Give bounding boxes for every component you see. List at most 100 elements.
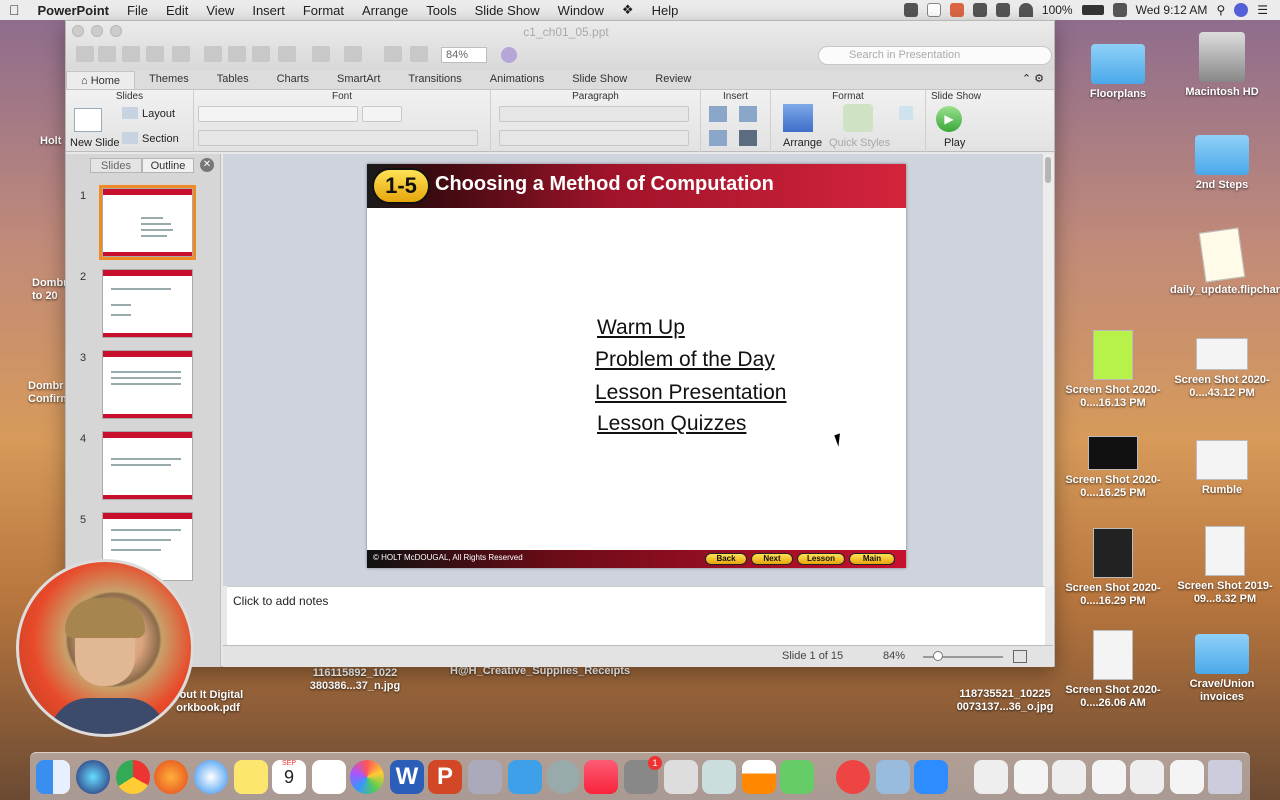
printer-icon[interactable] xyxy=(995,3,1010,17)
main-nav-button[interactable]: Main xyxy=(849,553,895,565)
section-icon[interactable] xyxy=(122,132,138,144)
safari-icon[interactable] xyxy=(194,760,228,794)
layout-button[interactable]: Layout xyxy=(142,108,175,120)
help-icon[interactable] xyxy=(501,47,517,63)
picture-icon[interactable] xyxy=(739,106,757,122)
notification-center-icon[interactable]: ☰ xyxy=(1257,3,1268,17)
tab-animations[interactable]: Animations xyxy=(476,70,558,89)
redo-icon[interactable] xyxy=(344,46,362,62)
fill-icon[interactable] xyxy=(899,106,913,120)
siri-dock-icon[interactable] xyxy=(76,760,110,794)
pages-icon[interactable] xyxy=(508,760,542,794)
recent-file-icon[interactable] xyxy=(1052,760,1086,794)
sidebar-toggle-icon[interactable] xyxy=(410,46,428,62)
powerpoint-icon[interactable]: P xyxy=(428,760,462,794)
next-nav-button[interactable]: Next xyxy=(751,553,793,565)
menu-insert[interactable]: Insert xyxy=(243,3,294,18)
reminders-icon[interactable] xyxy=(312,760,346,794)
font-name-select[interactable] xyxy=(198,106,358,122)
ribbon-collapse-icon[interactable]: ⌃ ⚙ xyxy=(1022,70,1054,89)
scrollbar-thumb[interactable] xyxy=(1045,157,1051,183)
slide-thumbnail-1[interactable] xyxy=(99,185,196,260)
status-app-icon[interactable] xyxy=(903,3,918,17)
quick-styles-button[interactable]: Quick Styles xyxy=(829,137,890,149)
menu-slide-show[interactable]: Slide Show xyxy=(466,3,549,18)
tab-outline-pane[interactable]: Outline xyxy=(142,158,194,173)
recent-file-icon[interactable] xyxy=(1014,760,1048,794)
close-window-button[interactable] xyxy=(72,25,84,37)
notes-pane[interactable]: Click to add notes xyxy=(227,586,1045,645)
menu-help[interactable]: Help xyxy=(643,3,688,18)
photos-icon[interactable] xyxy=(350,760,384,794)
link-lesson-quizzes[interactable]: Lesson Quizzes xyxy=(597,412,746,436)
desktop-folder-crave-union[interactable]: Crave/Union invoices xyxy=(1178,634,1266,704)
section-button[interactable]: Section xyxy=(142,133,179,145)
font-size-select[interactable] xyxy=(362,106,402,122)
slide-thumbnail-4[interactable] xyxy=(102,431,193,500)
desktop-file-rumble[interactable]: Rumble xyxy=(1180,440,1264,497)
quick-styles-icon[interactable] xyxy=(843,104,873,132)
undo-icon[interactable] xyxy=(312,46,330,62)
list-buttons[interactable] xyxy=(499,106,689,122)
menu-window[interactable]: Window xyxy=(549,3,613,18)
desktop-label-dombr-2[interactable]: Dombr Confirm xyxy=(28,380,70,406)
tab-charts[interactable]: Charts xyxy=(263,70,323,89)
desktop-screenshot-4[interactable]: Screen Shot 2020-0....16.29 PM xyxy=(1062,528,1164,608)
recent-file-icon[interactable] xyxy=(1170,760,1204,794)
play-icon[interactable]: ▶ xyxy=(936,106,962,132)
templates-icon[interactable] xyxy=(98,46,116,62)
format-painter-icon[interactable] xyxy=(278,46,296,62)
word-icon[interactable]: W xyxy=(390,760,424,794)
recent-file-icon[interactable] xyxy=(1130,760,1164,794)
link-warm-up[interactable]: Warm Up xyxy=(597,316,685,340)
wifi-icon[interactable] xyxy=(1018,3,1033,17)
creative-cloud-icon[interactable] xyxy=(836,760,870,794)
recent-file-icon[interactable] xyxy=(1092,760,1126,794)
close-pane-icon[interactable]: ✕ xyxy=(200,158,214,172)
tab-themes[interactable]: Themes xyxy=(135,70,203,89)
spotlight-icon[interactable]: ⚲ xyxy=(1216,3,1225,17)
app-store-icon[interactable] xyxy=(780,760,814,794)
notes-icon[interactable] xyxy=(234,760,268,794)
desktop-file-jpg-1[interactable]: 116115892_1022 380386...37_n.jpg xyxy=(300,667,410,693)
paste-icon[interactable] xyxy=(252,46,270,62)
music-icon[interactable] xyxy=(584,760,618,794)
gallery-icon[interactable] xyxy=(384,46,402,62)
lesson-nav-button[interactable]: Lesson xyxy=(797,553,845,565)
preview-icon[interactable] xyxy=(876,760,910,794)
desktop-folder-floorplans[interactable]: Floorplans xyxy=(1078,44,1158,101)
desktop-screenshot-2[interactable]: Screen Shot 2020-0....43.12 PM xyxy=(1170,338,1274,400)
battery-icon[interactable] xyxy=(1081,5,1104,15)
cut-icon[interactable] xyxy=(204,46,222,62)
calendar-icon[interactable] xyxy=(1112,3,1127,17)
system-preferences-icon[interactable]: 1 xyxy=(624,756,662,794)
desktop-screenshot-5[interactable]: Screen Shot 2019-09...8.32 PM xyxy=(1170,526,1280,606)
calendar-dock-icon[interactable]: SEP 9 xyxy=(272,760,306,794)
siri-icon[interactable] xyxy=(1234,3,1249,17)
desktop-file-daily-update[interactable]: daily_update.flipchart xyxy=(1170,227,1280,297)
slide-thumbnail-2[interactable] xyxy=(102,269,193,338)
slide-thumbnail-3[interactable] xyxy=(102,350,193,419)
search-input[interactable]: Search in Presentation xyxy=(818,46,1052,65)
desktop-screenshot-6[interactable]: Screen Shot 2020-0....26.06 AM xyxy=(1062,630,1164,710)
tab-slide-show[interactable]: Slide Show xyxy=(558,70,641,89)
menu-edit[interactable]: Edit xyxy=(157,3,197,18)
layout-icon[interactable] xyxy=(122,107,138,119)
vertical-scrollbar[interactable] xyxy=(1043,154,1053,586)
arrange-button[interactable]: Arrange xyxy=(783,137,822,149)
menu-clock[interactable]: Wed 9:12 AM xyxy=(1136,3,1208,17)
menu-view[interactable]: View xyxy=(197,3,243,18)
copy-icon[interactable] xyxy=(228,46,246,62)
menu-app-name[interactable]: PowerPoint xyxy=(29,3,119,18)
shapes-icon[interactable] xyxy=(709,130,727,146)
tab-tables[interactable]: Tables xyxy=(203,70,263,89)
close-status-icon[interactable] xyxy=(926,3,941,17)
trash-icon[interactable] xyxy=(1208,760,1242,794)
back-nav-button[interactable]: Back xyxy=(705,553,747,565)
menu-arrange[interactable]: Arrange xyxy=(353,3,417,18)
align-buttons[interactable] xyxy=(499,130,689,146)
tab-home[interactable]: ⌂ Home xyxy=(66,71,136,89)
slide[interactable]: 1-5 Choosing a Method of Computation War… xyxy=(367,164,906,568)
menu-file[interactable]: File xyxy=(118,3,157,18)
vlc-icon[interactable] xyxy=(742,760,776,794)
